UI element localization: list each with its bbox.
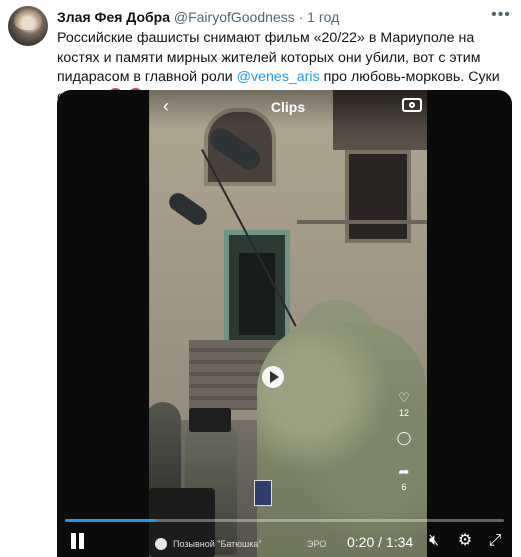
pause-icon[interactable] [69, 532, 87, 550]
time-display: 0:20 / 1:34 [347, 534, 414, 550]
tweet-time[interactable]: 1 год [307, 9, 339, 25]
tweet: Злая Фея Добра @FairyofGoodness · 1 год … [0, 0, 521, 557]
comment-icon[interactable]: ◯ [393, 430, 415, 446]
burned-window [345, 150, 411, 243]
expand-icon[interactable]: ⤢ [485, 531, 505, 551]
entrance-door [224, 230, 290, 350]
tweet-header: Злая Фея Добра @FairyofGoodness · 1 год [57, 9, 481, 27]
share-icon[interactable]: ➦ [393, 464, 415, 480]
share-count: 6 [401, 482, 407, 492]
camera-icon[interactable] [402, 98, 422, 112]
gas-pipe [297, 220, 427, 224]
progress-bar[interactable] [65, 519, 504, 522]
video-frame[interactable] [149, 90, 427, 557]
like-count: 12 [398, 408, 409, 418]
avatar-portrait [14, 8, 42, 30]
video-player[interactable]: ‹ Clips ♡ 12 ◯ ➦ 6 Позывной "Батюшка" ЭР… [57, 90, 512, 557]
heart-icon[interactable]: ♡ [393, 390, 415, 406]
author-avatar[interactable] [8, 6, 48, 46]
volume-muted-icon[interactable]: 🔇︎ [424, 531, 444, 551]
video-play-marker-icon [262, 366, 284, 388]
sleeve-patch [254, 480, 272, 506]
mention-link[interactable]: @venes_aris [237, 69, 320, 85]
player-controls: 0:20 / 1:34 🔇︎ ⚙ ⤢ [57, 515, 512, 557]
clips-title: Clips [270, 99, 306, 115]
settings-icon[interactable]: ⚙ [455, 531, 475, 551]
doorway [239, 253, 275, 335]
author-handle[interactable]: @FairyofGoodness [174, 9, 295, 25]
separator-dot: · [298, 9, 304, 25]
more-options-icon[interactable]: ••• [491, 7, 511, 25]
author-name[interactable]: Злая Фея Добра [57, 9, 170, 25]
film-camera [189, 408, 231, 432]
progress-fill [65, 519, 158, 522]
